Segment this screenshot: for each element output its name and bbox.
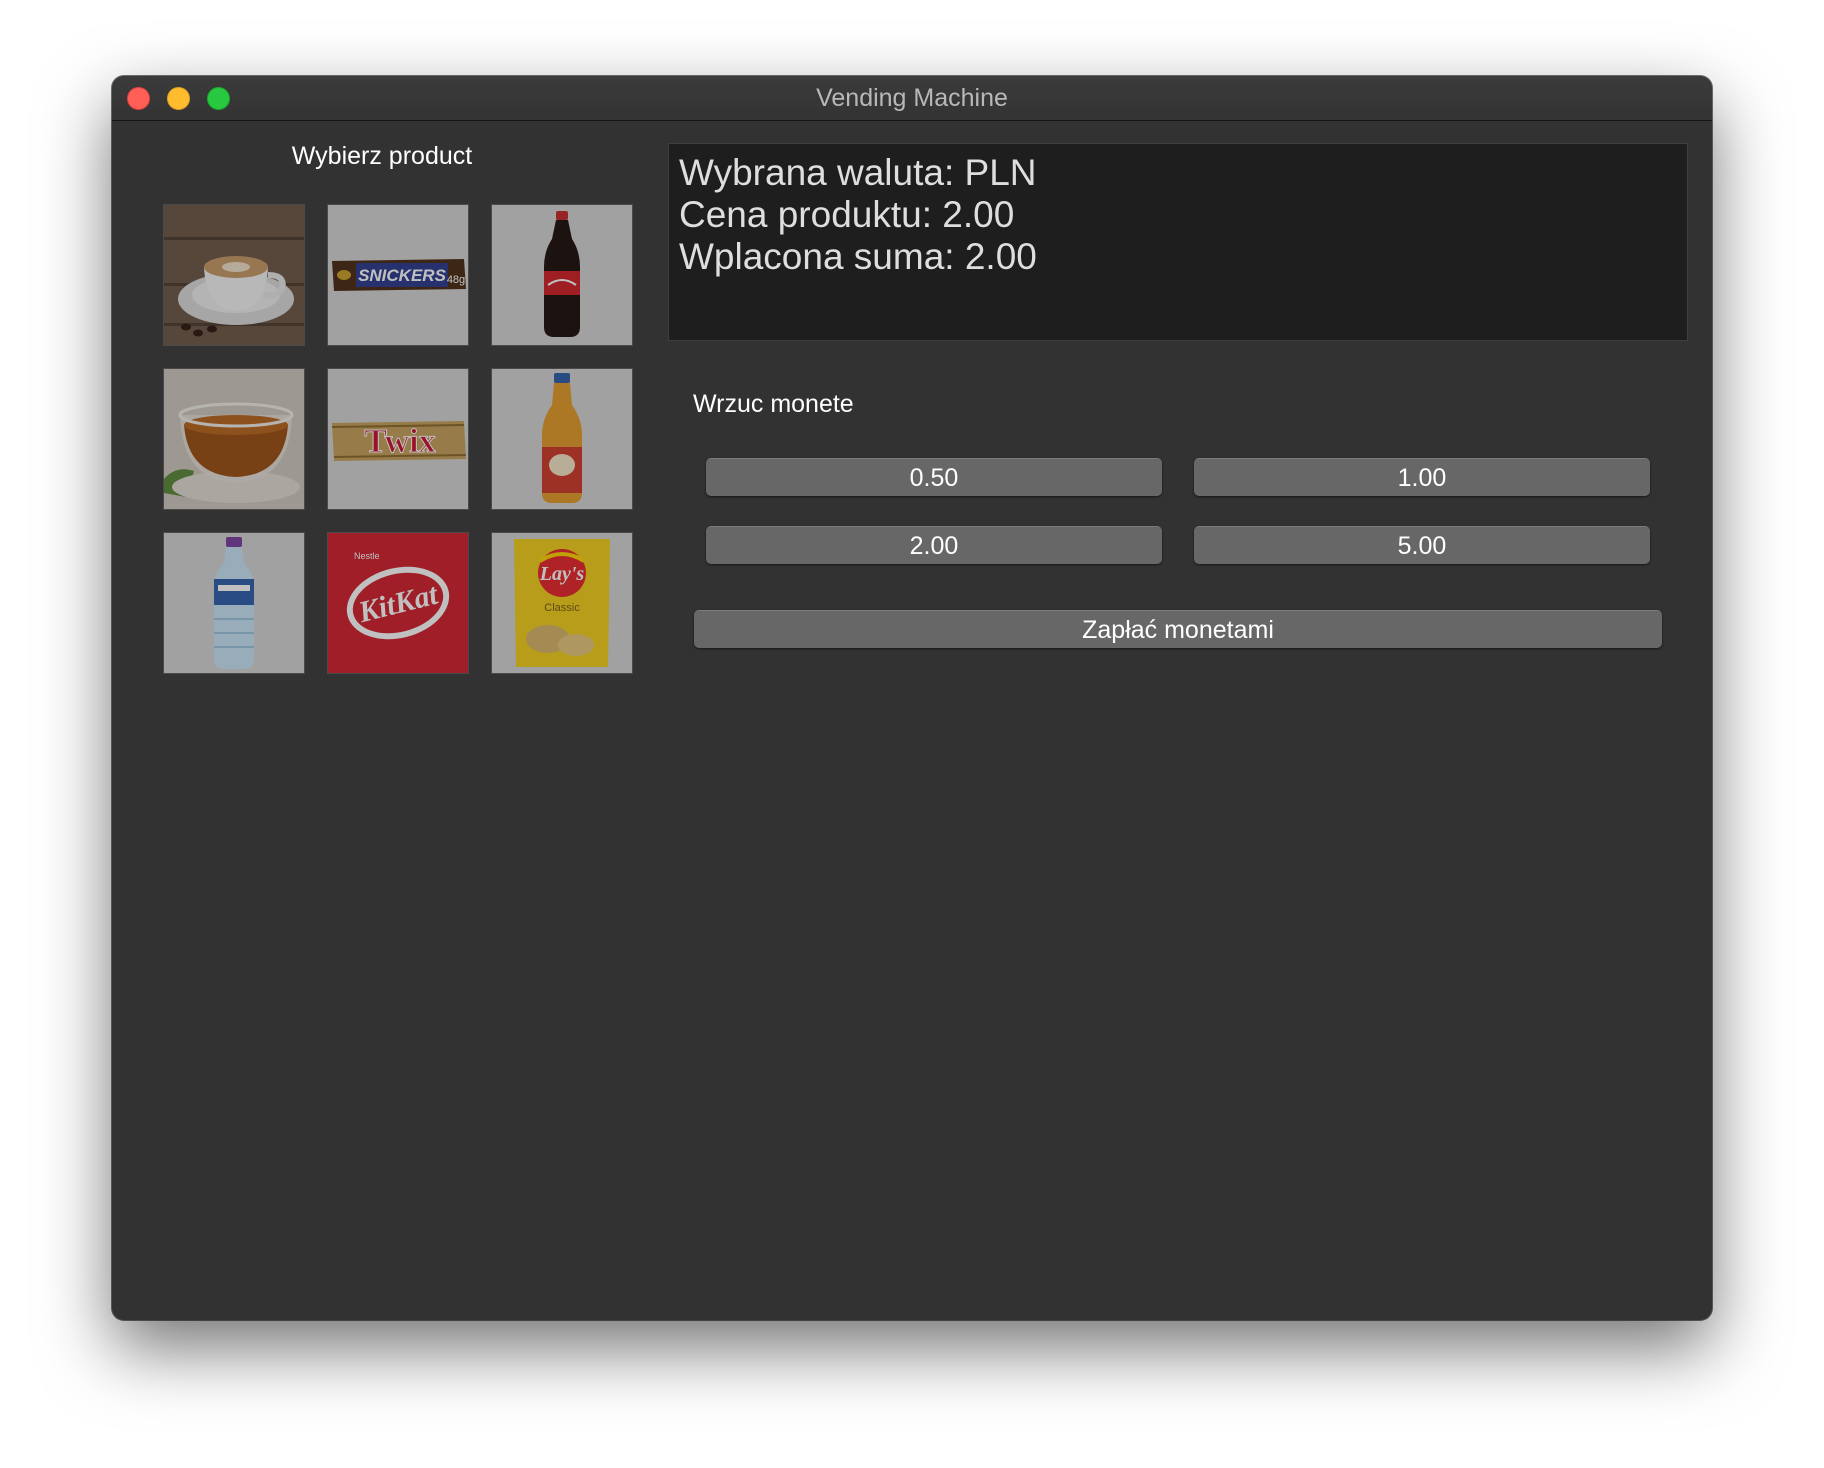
coins-heading: Wrzuc monete — [693, 390, 854, 418]
lays-flavor: Classic — [544, 602, 580, 614]
lays-chips-image: Lay's Classic — [492, 533, 632, 673]
product-twix-button[interactable]: Twix — [328, 369, 468, 509]
product-tea-button[interactable] — [164, 369, 304, 509]
coin-2-00-button[interactable]: 2.00 — [706, 526, 1162, 564]
kitkat-maker: Nestle — [354, 551, 380, 561]
window-title: Vending Machine — [816, 84, 1008, 112]
product-snickers-button[interactable]: SNICKERS 48g — [328, 205, 468, 345]
cola-bottle-image — [492, 205, 632, 345]
product-grid: SNICKERS 48g Twix KitKat Nestle Lay's Cl… — [164, 205, 632, 673]
paid-amount-text: Wplacona suma: 2.00 — [679, 236, 1037, 277]
snickers-image: SNICKERS 48g — [328, 205, 468, 345]
coin-0-50-button[interactable]: 0.50 — [706, 458, 1162, 496]
kitkat-image: KitKat Nestle — [328, 533, 468, 673]
pay-with-coins-button[interactable]: Zapłać monetami — [694, 610, 1662, 648]
twix-image: Twix — [328, 369, 468, 509]
product-coffee-button[interactable] — [164, 205, 304, 345]
product-lays-button[interactable]: Lay's Classic — [492, 533, 632, 673]
twix-label: Twix — [364, 423, 435, 460]
product-juice-button[interactable] — [492, 369, 632, 509]
coin-5-00-button[interactable]: 5.00 — [1194, 526, 1650, 564]
tea-image — [164, 369, 304, 509]
product-water-button[interactable] — [164, 533, 304, 673]
products-heading: Wybierz product — [291, 142, 473, 170]
product-kitkat-button[interactable]: KitKat Nestle — [328, 533, 468, 673]
status-display: Wybrana waluta: PLN Cena produktu: 2.00 … — [668, 143, 1688, 341]
snickers-label: SNICKERS — [358, 266, 447, 285]
title-bar: Vending Machine — [112, 76, 1712, 121]
lays-label: Lay's — [539, 563, 585, 585]
coffee-image — [164, 205, 304, 345]
currency-text: Wybrana waluta: PLN — [679, 152, 1037, 193]
app-window: Vending Machine Wybierz product SNICKERS… — [112, 76, 1712, 1320]
snickers-weight: 48g — [447, 274, 465, 286]
coin-1-00-button[interactable]: 1.00 — [1194, 458, 1650, 496]
price-text: Cena produktu: 2.00 — [679, 194, 1015, 235]
juice-bottle-image — [492, 369, 632, 509]
product-cola-button[interactable] — [492, 205, 632, 345]
water-bottle-image — [164, 533, 304, 673]
